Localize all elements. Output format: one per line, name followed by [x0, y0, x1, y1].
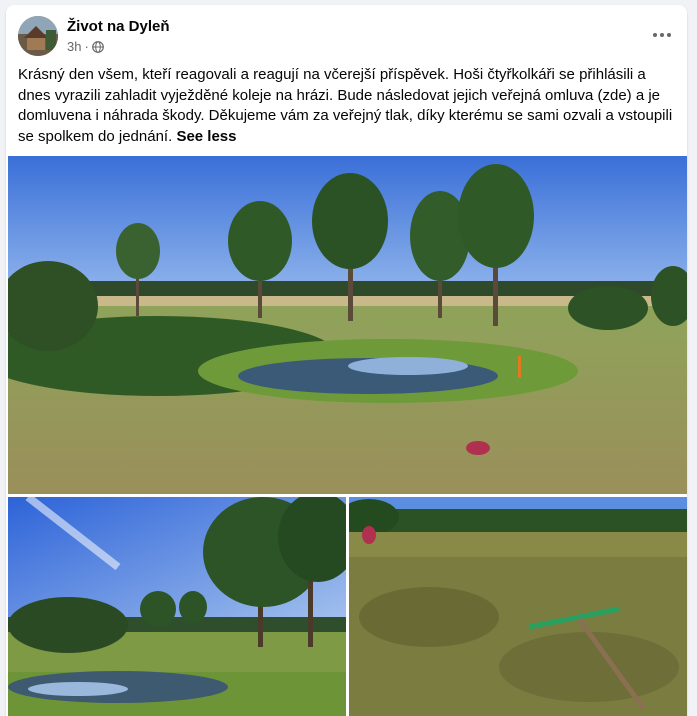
post-photo-3[interactable]	[349, 497, 687, 716]
post-body: Krásný den všem, kteří reagovali a reagu…	[18, 65, 678, 147]
page-name[interactable]: Život na Dyleň	[67, 18, 170, 35]
post-card: Život na Dyleň 3h · Krásný den všem, kte…	[6, 5, 687, 716]
post-meta: 3h ·	[67, 39, 104, 54]
more-options-button[interactable]	[649, 22, 675, 48]
post-photo-2[interactable]	[8, 497, 346, 716]
globe-icon[interactable]	[91, 40, 104, 53]
post-body-text: Krásný den všem, kteří reagovali a reagu…	[18, 66, 673, 145]
post-header: Život na Dyleň 3h ·	[18, 16, 675, 58]
meta-separator: ·	[84, 39, 89, 54]
more-options-icon	[653, 33, 671, 37]
see-less-link[interactable]: See less	[176, 128, 236, 145]
post-time[interactable]: 3h	[67, 39, 81, 54]
post-photo-1[interactable]	[8, 156, 687, 494]
page-avatar[interactable]	[18, 16, 58, 56]
